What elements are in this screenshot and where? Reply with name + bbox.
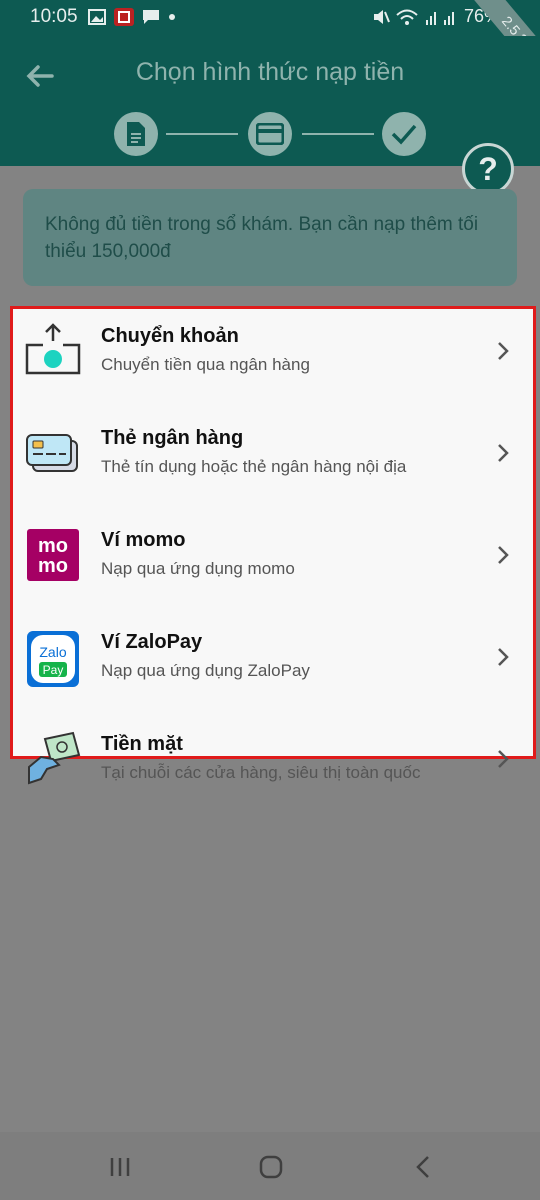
mute-icon — [373, 9, 390, 24]
bank-transfer-icon — [25, 323, 81, 375]
system-nav-bar — [0, 1132, 540, 1200]
zalopay-logo-icon: Zalo Pay — [27, 631, 79, 687]
bank-card-icon — [26, 434, 78, 472]
insufficient-balance-notice: Không đủ tiền trong sổ khám. Bạn cần nạp… — [23, 189, 517, 286]
wifi-icon — [396, 9, 418, 25]
momo-logo-icon: mo mo — [27, 529, 79, 581]
chevron-right-icon — [498, 546, 509, 564]
payment-method-cash[interactable]: Tiền mặt Tại chuỗi các cửa hàng, siêu th… — [13, 717, 533, 817]
payment-method-description: Nạp qua ứng dụng momo — [101, 559, 295, 578]
payment-method-name: Ví ZaloPay — [101, 631, 203, 653]
step-document — [114, 112, 158, 156]
chevron-right-icon — [498, 648, 509, 666]
signal-icon — [425, 11, 454, 25]
system-icons: 76% — [372, 6, 500, 27]
card-icon — [256, 123, 284, 145]
page-title: Chọn hình thức nạp tiền — [135, 58, 405, 86]
recent-apps-icon[interactable] — [108, 1156, 132, 1178]
payment-method-transfer[interactable]: Chuyển khoản Chuyển tiền qua ngân hàng — [13, 309, 533, 409]
payment-method-momo[interactable]: mo mo Ví momo Nạp qua ứng dụng momo — [13, 513, 533, 613]
payment-method-name: Chuyển khoản — [101, 325, 239, 347]
payment-method-zalopay[interactable]: Zalo Pay Ví ZaloPay Nạp qua ứng dụng Zal… — [13, 615, 533, 715]
payment-method-list: Chuyển khoản Chuyển tiền qua ngân hàng T… — [10, 306, 536, 785]
payment-method-description: Chuyển tiền qua ngân hàng — [101, 355, 310, 374]
dot-icon — [169, 14, 175, 20]
svg-text:Pay: Pay — [43, 663, 64, 677]
chevron-right-icon — [498, 444, 509, 462]
payment-method-name: Ví momo — [101, 529, 186, 551]
check-icon — [391, 124, 417, 145]
app-bar: Chọn hình thức nạp tiền — [0, 36, 540, 166]
svg-text:Zalo: Zalo — [39, 644, 66, 660]
payment-method-name: Thẻ ngân hàng — [101, 427, 244, 449]
cash-icon — [28, 731, 81, 785]
back-nav-icon[interactable] — [412, 1154, 434, 1180]
message-icon — [143, 10, 159, 24]
step-connector — [166, 133, 238, 135]
payment-method-card[interactable]: Thẻ ngân hàng Thẻ tín dụng hoặc thẻ ngân… — [13, 411, 533, 511]
status-bar: 10:05 76% 2.5.3 — [0, 0, 540, 80]
document-icon — [127, 122, 145, 146]
payment-method-description: Tại chuỗi các cửa hàng, siêu thị toàn qu… — [101, 763, 421, 782]
notification-icons — [88, 8, 176, 26]
payment-method-description: Nạp qua ứng dụng ZaloPay — [101, 661, 310, 680]
payment-method-name: Tiền mặt — [101, 733, 183, 755]
chevron-right-icon — [498, 342, 509, 360]
gallery-icon — [88, 9, 106, 25]
help-button[interactable]: ? — [462, 143, 514, 195]
step-done — [382, 112, 426, 156]
status-time: 10:05 — [30, 6, 78, 27]
app-notification-icon — [114, 8, 134, 26]
svg-text:mo: mo — [38, 535, 68, 557]
svg-text:mo: mo — [38, 555, 68, 577]
step-card — [248, 112, 292, 156]
step-connector — [302, 133, 374, 135]
home-icon[interactable] — [258, 1154, 284, 1180]
chevron-right-icon — [498, 750, 509, 768]
progress-stepper — [114, 112, 426, 156]
payment-method-description: Thẻ tín dụng hoặc thẻ ngân hàng nội địa — [101, 457, 407, 476]
